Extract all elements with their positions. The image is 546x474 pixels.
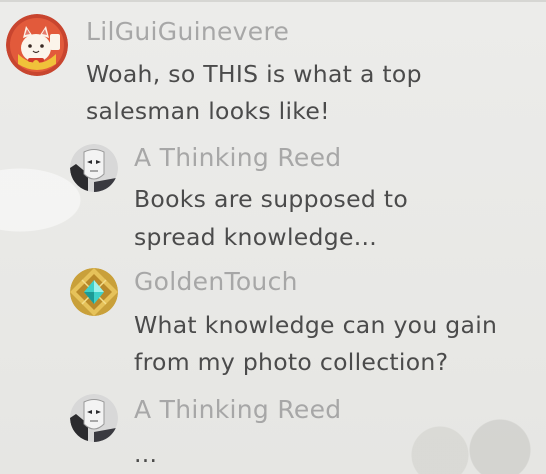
lucky-cat-avatar-icon[interactable] (6, 14, 68, 76)
author-name: GoldenTouch (134, 267, 298, 296)
message-text-line: Books are supposed to (134, 185, 409, 213)
chat-message: GoldenTouch What knowledge can you gain … (0, 266, 546, 386)
author-name: A Thinking Reed (134, 143, 342, 172)
author-name: A Thinking Reed (134, 395, 342, 424)
masked-figure-avatar-icon[interactable] (70, 394, 118, 442)
masked-figure-avatar-icon[interactable] (70, 144, 118, 192)
message-text-line: from my photo collection? (134, 348, 449, 376)
chat-message: A Thinking Reed Books are supposed to sp… (0, 140, 546, 260)
message-text-line: Woah, so THIS is what a top (86, 60, 422, 88)
message-text-line: ... (134, 440, 158, 468)
message-text-line: What knowledge can you gain (134, 311, 498, 339)
author-name: LilGuiGuinevere (86, 17, 290, 46)
chat-message: LilGuiGuinevere Woah, so THIS is what a … (0, 0, 546, 140)
gold-gem-avatar-icon[interactable] (70, 268, 118, 316)
chat-message: A Thinking Reed ... (0, 392, 546, 474)
message-text-line: salesman looks like! (86, 97, 330, 125)
message-text-line: spread knowledge... (134, 223, 378, 251)
